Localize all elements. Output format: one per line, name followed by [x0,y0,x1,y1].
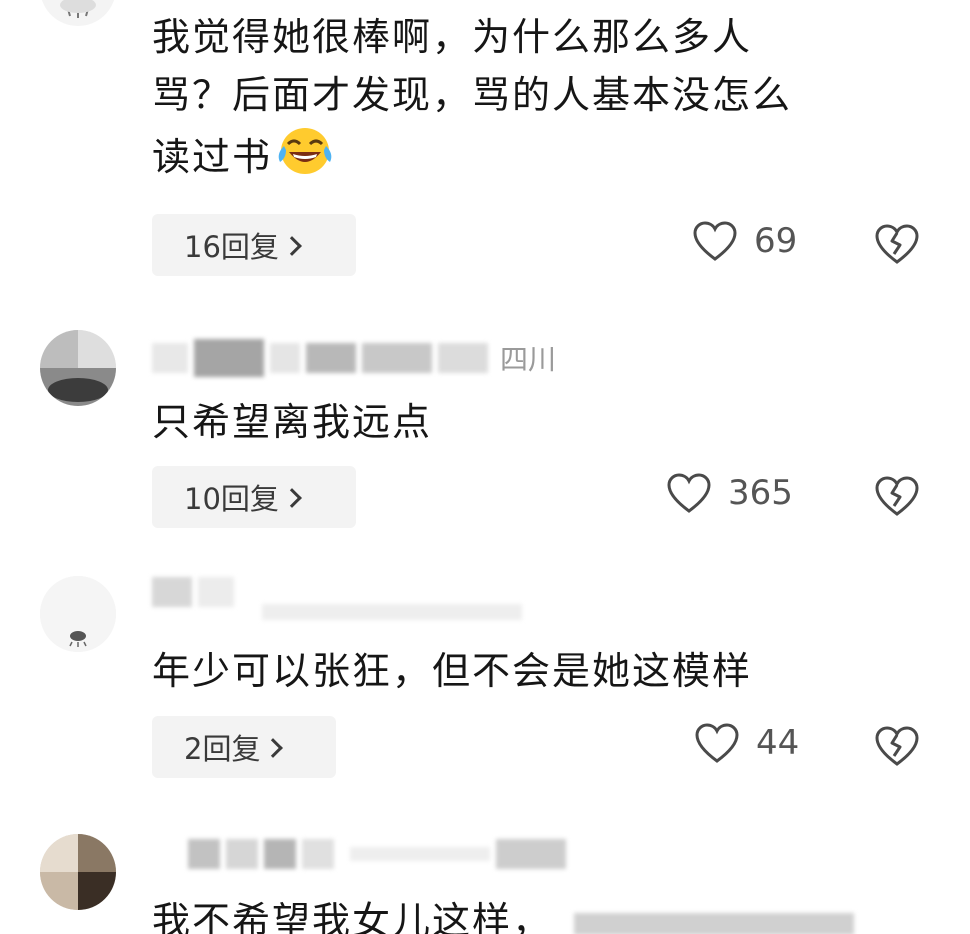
blurred-username [270,343,300,373]
comment-text: 只希望离我远点 [152,393,432,451]
replies-label: 10回复 [184,482,279,516]
comment-text: 我不希望我女儿这样， [152,892,860,934]
like-count: 365 [728,473,793,513]
comment-3: 年少可以张狂，但不会是她这模样 2回复 44 [0,566,970,796]
comment-text-line: 我不希望我女儿这样， [152,899,553,934]
username-row: 四川 [152,338,556,378]
blurred-timestamp [262,604,522,620]
heart-outline-icon [695,723,739,763]
replies-label: 2回复 [184,732,261,766]
replies-label: 16回复 [184,230,279,264]
heart-outline-icon [667,473,711,513]
comment-text-line: 骂？后面才发现，骂的人基本没怎么 [152,73,793,117]
replies-button[interactable]: 2回复 [152,716,336,778]
dislike-button[interactable] [873,474,921,520]
dislike-button[interactable] [873,724,921,770]
comment-text-line: 读过书 [152,124,792,186]
comment-2: 四川 只希望离我远点 10回复 365 [0,320,970,550]
blurred-username [306,343,356,373]
dislike-button[interactable] [873,222,921,268]
avatar[interactable] [40,834,116,910]
comment-4: 我不希望我女儿这样， [0,818,970,934]
blurred-username [438,343,488,373]
blurred-username [496,839,566,869]
comment-text-line: 我觉得她很棒啊，为什么那么多人 [152,15,753,59]
replies-button[interactable]: 16回复 [152,214,356,276]
comment-text: 我觉得她很棒啊，为什么那么多人 骂？后面才发现，骂的人基本没怎么 读过书 [152,8,792,186]
timestamp-row [152,592,528,632]
heart-outline-icon [693,221,737,261]
avatar[interactable] [40,330,116,406]
blurred-username [152,343,188,373]
like-button[interactable]: 44 [694,722,799,764]
like-count: 44 [756,723,800,763]
like-button[interactable]: 365 [666,472,793,514]
replies-button[interactable]: 10回复 [152,466,356,528]
comment-text: 年少可以张狂，但不会是她这模样 [152,642,752,700]
blurred-username [188,839,220,869]
chevron-right-icon [282,236,302,256]
chevron-right-icon [263,738,284,758]
broken-heart-icon [875,476,919,516]
blurred-username [264,839,296,869]
blurred-username [194,339,264,377]
like-button[interactable]: 69 [692,220,797,262]
blurred-username [362,343,432,373]
like-count: 69 [754,221,798,261]
blurred-username [226,839,258,869]
comment-text-line: 年少可以张狂，但不会是她这模样 [152,649,753,693]
avatar[interactable] [40,0,116,26]
comment-1: 我觉得她很棒啊，为什么那么多人 骂？后面才发现，骂的人基本没怎么 读过书 16回… [0,0,970,300]
broken-heart-icon [875,726,919,766]
blurred-username [302,839,334,869]
location-label: 四川 [500,343,557,376]
comment-text-line: 只希望离我远点 [152,400,433,444]
broken-heart-icon [875,224,919,264]
chevron-right-icon [282,488,302,508]
blurred-timestamp [350,847,490,861]
username-row [152,834,572,874]
laughing-tears-emoji-icon [274,124,336,176]
avatar[interactable] [40,576,116,652]
blurred-text [574,912,855,934]
